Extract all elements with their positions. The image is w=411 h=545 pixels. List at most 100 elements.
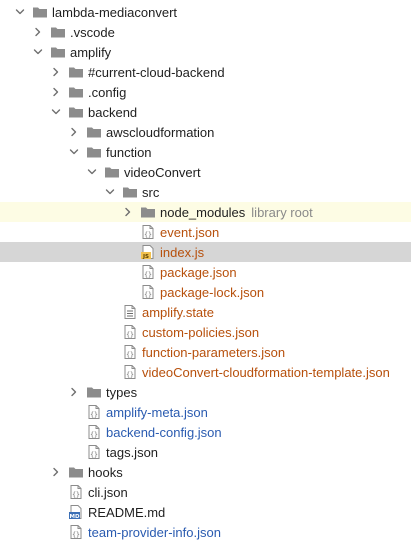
tree-item-function-parameters-json[interactable]: {} function-parameters.json [0, 342, 411, 362]
json-file-icon: {} [86, 444, 102, 460]
svg-text:{}: {} [90, 411, 98, 419]
tree-item-amplify-meta-json[interactable]: {} amplify-meta.json [0, 402, 411, 422]
folder-icon [68, 84, 84, 100]
tree-item-package-json[interactable]: {} package.json [0, 262, 411, 282]
folder-icon [86, 384, 102, 400]
tree-item-function[interactable]: function [0, 142, 411, 162]
library-root-hint: library root [251, 204, 313, 220]
chevron-down-icon[interactable] [50, 106, 62, 118]
tree-item-label: README.md [88, 504, 166, 520]
folder-icon [68, 64, 84, 80]
tree-item-awscloudformation[interactable]: awscloudformation [0, 122, 411, 142]
folder-icon [86, 144, 102, 160]
tree-item-label: amplify [70, 44, 112, 60]
chevron-right-icon[interactable] [32, 26, 44, 38]
tree-item-backend-config-json[interactable]: {} backend-config.json [0, 422, 411, 442]
folder-icon [50, 44, 66, 60]
tree-item-label: index.js [160, 244, 205, 260]
chevron-down-icon[interactable] [86, 166, 98, 178]
tree-item-label: videoConvert [124, 164, 201, 180]
tree-item-label: backend-config.json [106, 424, 222, 440]
svg-text:{}: {} [90, 431, 98, 439]
tree-item-config[interactable]: .config [0, 82, 411, 102]
tree-item-label: types [106, 384, 138, 400]
tree-item-backend[interactable]: backend [0, 102, 411, 122]
svg-text:{}: {} [144, 291, 152, 299]
chevron-right-icon[interactable] [50, 86, 62, 98]
folder-icon [86, 124, 102, 140]
tree-item-amplify-state[interactable]: amplify.state [0, 302, 411, 322]
js-file-icon: JS [140, 244, 156, 260]
tree-item-label: function-parameters.json [142, 344, 286, 360]
tree-item-lambda-mediaconvert[interactable]: lambda-mediaconvert [0, 2, 411, 22]
tree-item-hooks[interactable]: hooks [0, 462, 411, 482]
tree-item-vscode[interactable]: .vscode [0, 22, 411, 42]
tree-item-label: #current-cloud-backend [88, 64, 225, 80]
tree-item-team-provider-info-json[interactable]: {} team-provider-info.json [0, 522, 411, 542]
chevron-right-icon[interactable] [50, 66, 62, 78]
svg-text:JS: JS [142, 254, 149, 260]
json-file-icon: {} [140, 224, 156, 240]
tree-item-label: hooks [88, 464, 123, 480]
tree-item-videoconvert-cloudformation-template-json[interactable]: {} videoConvert-cloudformation-template.j… [0, 362, 411, 382]
tree-item-label: src [142, 184, 160, 200]
chevron-down-icon[interactable] [68, 146, 80, 158]
tree-item-label: package-lock.json [160, 284, 265, 300]
text-file-icon [122, 304, 138, 320]
tree-item-package-lock-json[interactable]: {} package-lock.json [0, 282, 411, 302]
chevron-down-icon[interactable] [32, 46, 44, 58]
chevron-right-icon[interactable] [68, 386, 80, 398]
tree-item-types[interactable]: types [0, 382, 411, 402]
json-file-icon: {} [122, 344, 138, 360]
tree-item-label: team-provider-info.json [88, 524, 221, 540]
tree-item-node-modules[interactable]: node_modules library root [0, 202, 411, 222]
svg-text:{}: {} [144, 231, 152, 239]
json-file-icon: {} [122, 364, 138, 380]
chevron-right-icon[interactable] [122, 206, 134, 218]
tree-item-videoconvert[interactable]: videoConvert [0, 162, 411, 182]
tree-item-custom-policies-json[interactable]: {} custom-policies.json [0, 322, 411, 342]
tree-item-index-js[interactable]: JS index.js [0, 242, 411, 262]
tree-item-label: tags.json [106, 444, 159, 460]
tree-item-label: videoConvert-cloudformation-template.jso… [142, 364, 390, 380]
json-file-icon: {} [140, 284, 156, 300]
tree-item-current-cloud-backend[interactable]: #current-cloud-backend [0, 62, 411, 82]
json-file-icon: {} [140, 264, 156, 280]
chevron-down-icon[interactable] [14, 6, 26, 18]
json-file-icon: {} [86, 404, 102, 420]
tree-item-label: amplify.state [142, 304, 215, 320]
chevron-right-icon[interactable] [50, 466, 62, 478]
tree-item-label: function [106, 144, 152, 160]
tree-item-readme-md[interactable]: MD README.md [0, 502, 411, 522]
folder-icon [50, 24, 66, 40]
tree-item-label: event.json [160, 224, 220, 240]
tree-item-event-json[interactable]: {} event.json [0, 222, 411, 242]
tree-item-src[interactable]: src [0, 182, 411, 202]
folder-icon [122, 184, 138, 200]
project-tree: lambda-mediaconvert .vscode amplify #curren… [0, 0, 411, 545]
folder-icon [68, 464, 84, 480]
json-file-icon: {} [86, 424, 102, 440]
svg-text:{}: {} [72, 491, 80, 499]
tree-item-cli-json[interactable]: {} cli.json [0, 482, 411, 502]
tree-item-amplify[interactable]: amplify [0, 42, 411, 62]
chevron-down-icon[interactable] [104, 186, 116, 198]
svg-text:MD: MD [69, 514, 79, 520]
folder-icon [140, 204, 156, 220]
tree-item-label: cli.json [88, 484, 128, 500]
svg-text:{}: {} [126, 331, 134, 339]
json-file-icon: {} [68, 524, 84, 540]
tree-item-label: .vscode [70, 24, 115, 40]
chevron-right-icon[interactable] [68, 126, 80, 138]
tree-item-tags-json[interactable]: {} tags.json [0, 442, 411, 462]
